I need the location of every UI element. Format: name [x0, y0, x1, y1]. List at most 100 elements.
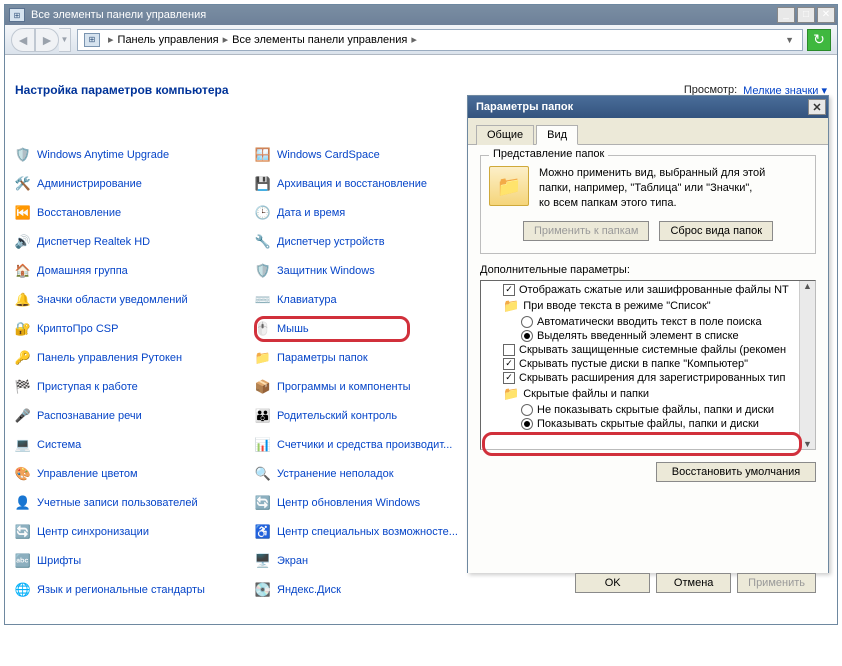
- item-link[interactable]: Распознавание речи: [37, 410, 142, 422]
- cp-item[interactable]: 🏁Приступая к работе: [15, 379, 255, 395]
- cp-item[interactable]: 🖥️Экран: [255, 553, 475, 569]
- radio-icon[interactable]: [521, 418, 533, 430]
- cp-item[interactable]: 🔤Шрифты: [15, 553, 255, 569]
- item-link[interactable]: Центр синхронизации: [37, 526, 149, 538]
- item-link[interactable]: Учетные записи пользователей: [37, 497, 198, 509]
- minimize-button[interactable]: _: [777, 7, 795, 23]
- ok-button[interactable]: OK: [575, 573, 650, 593]
- close-button[interactable]: ✕: [817, 7, 835, 23]
- cancel-button[interactable]: Отмена: [656, 573, 731, 593]
- breadcrumb-part2[interactable]: Все элементы панели управления: [232, 34, 407, 46]
- item-link[interactable]: Домашняя группа: [37, 265, 128, 277]
- refresh-button[interactable]: ↻: [807, 29, 831, 51]
- cp-item[interactable]: 💽Яндекс.Диск: [255, 582, 475, 598]
- cp-item[interactable]: 🔔 Значки области уведомлений: [15, 292, 255, 308]
- item-icon: 🕒: [255, 205, 271, 221]
- item-link[interactable]: КриптоПро CSP: [37, 323, 118, 335]
- item-link[interactable]: Язык и региональные стандарты: [37, 584, 205, 596]
- breadcrumb-dropdown-icon[interactable]: ▼: [779, 35, 800, 45]
- cp-item[interactable]: 🪟Windows CardSpace: [255, 147, 475, 163]
- apply-button[interactable]: Применить: [737, 573, 816, 593]
- item-link[interactable]: Панель управления Рутокен: [37, 352, 182, 364]
- cp-item[interactable]: 🔧Диспетчер устройств: [255, 234, 475, 250]
- item-link[interactable]: Диспетчер устройств: [277, 236, 385, 248]
- item-link[interactable]: Администрирование: [37, 178, 142, 190]
- radio-icon[interactable]: [521, 330, 533, 342]
- item-link[interactable]: Защитник Windows: [277, 265, 375, 277]
- tab-view[interactable]: Вид: [536, 125, 578, 145]
- cp-item[interactable]: 📁Параметры папок: [255, 350, 475, 366]
- item-link[interactable]: Восстановление: [37, 207, 121, 219]
- cp-item[interactable]: 🌐Язык и региональные стандарты: [15, 582, 255, 598]
- checkbox-icon[interactable]: [503, 344, 515, 356]
- item-link[interactable]: Центр обновления Windows: [277, 497, 420, 509]
- checkbox-icon[interactable]: ✓: [503, 358, 515, 370]
- cp-item[interactable]: 🛠️Администрирование: [15, 176, 255, 192]
- item-link[interactable]: Windows Anytime Upgrade: [37, 149, 169, 161]
- cp-item[interactable]: 📊Счетчики и средства производит...: [255, 437, 475, 453]
- cp-item[interactable]: 📦Программы и компоненты: [255, 379, 475, 395]
- advanced-settings-tree[interactable]: ✓Отображать сжатые или зашифрованные фай…: [480, 280, 816, 450]
- item-link[interactable]: Диспетчер Realtek HD: [37, 236, 150, 248]
- cp-item[interactable]: ♿Центр специальных возможносте...: [255, 524, 475, 540]
- tab-general[interactable]: Общие: [476, 125, 534, 145]
- cp-item[interactable]: 🔐КриптоПро CSP: [15, 321, 255, 337]
- advanced-label: Дополнительные параметры:: [480, 264, 816, 276]
- cp-item[interactable]: 🏠Домашняя группа: [15, 263, 255, 279]
- cp-item[interactable]: 🕒 Дата и время: [255, 205, 475, 221]
- item-link[interactable]: Windows CardSpace: [277, 149, 380, 161]
- cp-item[interactable]: ⌨️Клавиатура: [255, 292, 475, 308]
- reset-folders-button[interactable]: Сброс вида папок: [659, 221, 773, 241]
- item-link[interactable]: Система: [37, 439, 81, 451]
- cp-item[interactable]: 💻Система: [15, 437, 255, 453]
- maximize-button[interactable]: □: [797, 7, 815, 23]
- breadcrumb-part1[interactable]: Панель управления: [118, 34, 219, 46]
- nav-back-button[interactable]: ◄: [11, 28, 35, 52]
- item-link[interactable]: Дата и время: [277, 207, 345, 219]
- cp-item[interactable]: 🎤Распознавание речи: [15, 408, 255, 424]
- item-link[interactable]: Клавиатура: [277, 294, 337, 306]
- apply-to-folders-button[interactable]: Применить к папкам: [523, 221, 650, 241]
- radio-icon[interactable]: [521, 316, 533, 328]
- cp-item[interactable]: 💾Архивация и восстановление: [255, 176, 475, 192]
- breadcrumb[interactable]: ⊞ ▸ Панель управления ▸ Все элементы пан…: [77, 29, 803, 51]
- item-link[interactable]: Яндекс.Диск: [277, 584, 341, 596]
- cp-item[interactable]: 🔊Диспетчер Realtek HD: [15, 234, 255, 250]
- nav-history-dropdown[interactable]: ▼: [59, 28, 71, 52]
- cp-item[interactable]: 🛡️Защитник Windows: [255, 263, 475, 279]
- cp-item[interactable]: 🖱️Мышь: [255, 321, 475, 337]
- cp-item[interactable]: 👪Родительский контроль: [255, 408, 475, 424]
- cp-item[interactable]: 🔑Панель управления Рутокен: [15, 350, 255, 366]
- item-link[interactable]: Родительский контроль: [277, 410, 397, 422]
- cp-item[interactable]: 🔍Устранение неполадок: [255, 466, 475, 482]
- item-link[interactable]: Экран: [277, 555, 308, 567]
- checkbox-icon[interactable]: ✓: [503, 284, 515, 296]
- item-link[interactable]: Центр специальных возможносте...: [277, 526, 458, 538]
- item-link[interactable]: Архивация и восстановление: [277, 178, 427, 190]
- cp-item[interactable]: 🔄Центр обновления Windows: [255, 495, 475, 511]
- item-link[interactable]: Управление цветом: [37, 468, 138, 480]
- item-link[interactable]: Мышь: [277, 323, 309, 335]
- checkbox-icon[interactable]: ✓: [503, 372, 515, 384]
- dialog-buttons: OK Отмена Применить: [468, 573, 828, 603]
- item-link[interactable]: Значки области уведомлений: [37, 294, 188, 306]
- scrollbar[interactable]: ▲▼: [799, 281, 815, 449]
- cp-item[interactable]: 👤Учетные записи пользователей: [15, 495, 255, 511]
- item-icon: 🔔: [15, 292, 31, 308]
- radio-icon[interactable]: [521, 404, 533, 416]
- cp-item[interactable]: 🛡️Windows Anytime Upgrade: [15, 147, 255, 163]
- item-link[interactable]: Программы и компоненты: [277, 381, 411, 393]
- tree-row: Не показывать скрытые файлы, папки и дис…: [483, 403, 813, 417]
- cp-item[interactable]: 🎨Управление цветом: [15, 466, 255, 482]
- nav-forward-button[interactable]: ►: [35, 28, 59, 52]
- dialog-close-button[interactable]: ✕: [808, 99, 826, 115]
- cp-item[interactable]: 🔄Центр синхронизации: [15, 524, 255, 540]
- item-link[interactable]: Параметры папок: [277, 352, 368, 364]
- item-link[interactable]: Устранение неполадок: [277, 468, 394, 480]
- item-link[interactable]: Счетчики и средства производит...: [277, 439, 452, 451]
- app-icon: ⊞: [9, 8, 25, 22]
- restore-defaults-button[interactable]: Восстановить умолчания: [656, 462, 816, 482]
- item-link[interactable]: Приступая к работе: [37, 381, 138, 393]
- item-link[interactable]: Шрифты: [37, 555, 81, 567]
- cp-item[interactable]: ⏮️Восстановление: [15, 205, 255, 221]
